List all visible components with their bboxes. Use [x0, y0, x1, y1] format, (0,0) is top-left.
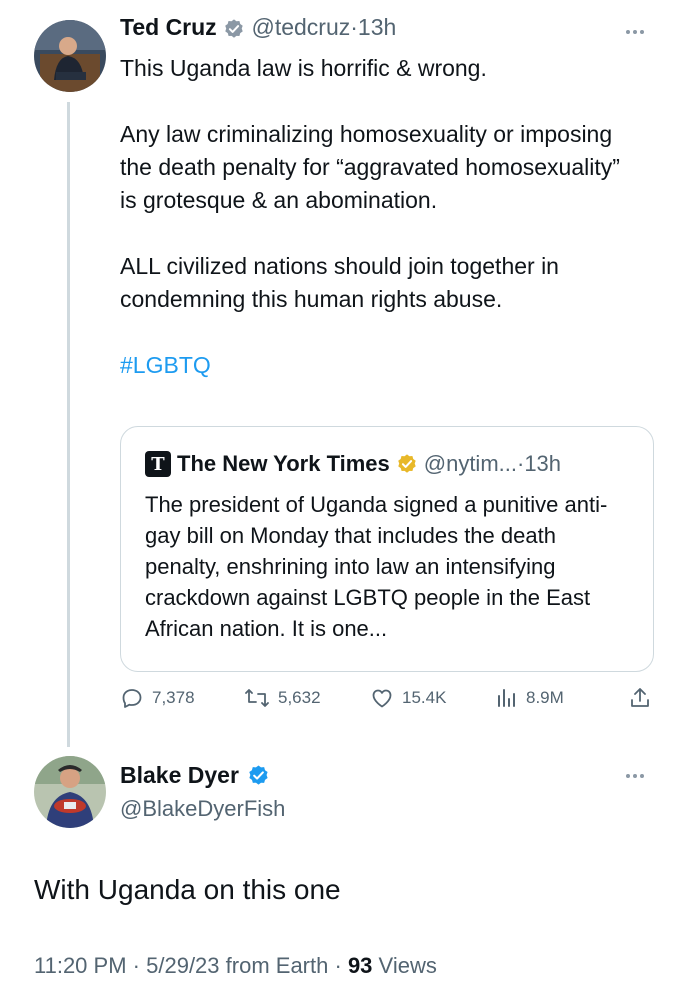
more-icon[interactable] [626, 30, 644, 34]
quoted-tweet-time: 13h [524, 451, 562, 476]
like-icon [372, 689, 392, 708]
verified-badge-icon [225, 19, 243, 38]
reply-text: With Uganda on this one [34, 874, 341, 905]
quoted-tweet-header: T The New York Times @nytim... · 13h [145, 451, 561, 477]
reply-author: Blake Dyer [120, 762, 270, 789]
reply-time[interactable]: 11:20 PM [34, 953, 127, 978]
like-button[interactable]: 15.4K [370, 686, 446, 710]
reply-author-handle[interactable]: @BlakeDyerFish [120, 796, 285, 822]
reply-author-name[interactable]: Blake Dyer [120, 762, 239, 789]
retweet-icon [245, 689, 269, 707]
verified-badge-icon [397, 454, 416, 473]
views-button[interactable]: 8.9M [494, 686, 564, 710]
tweet-paragraph-2: Any law criminalizing homosexuality or i… [120, 121, 620, 213]
reply-source: from Earth [225, 953, 329, 978]
quoted-author-name: The New York Times [177, 451, 390, 476]
tweet-paragraph-1: This Uganda law is horrific & wrong. [120, 55, 487, 81]
separator-dot: · [516, 451, 525, 476]
reply-date[interactable]: 5/29/23 [146, 953, 219, 978]
reply-views-label: Views [378, 953, 437, 978]
tweet-actions: 7,378 5,632 15.4K 8.9M [120, 686, 660, 718]
nyt-logo-icon: T [145, 451, 171, 477]
quoted-tweet[interactable]: T The New York Times @nytim... · 13h The p… [120, 426, 654, 672]
verified-badge-icon [249, 765, 268, 785]
reply-views-count[interactable]: 93 [348, 953, 372, 978]
retweet-count: 5,632 [278, 688, 321, 707]
reply-count: 7,378 [152, 688, 195, 707]
share-icon [631, 688, 649, 707]
views-icon [498, 689, 515, 707]
hashtag-link[interactable]: #LGBTQ [120, 349, 640, 382]
quoted-author-handle: @nytim... [423, 451, 517, 476]
tweet-paragraph-3: ALL civilized nations should join togeth… [120, 253, 559, 312]
avatar-ted-cruz[interactable] [34, 20, 106, 92]
like-count: 15.4K [402, 688, 447, 707]
tweet-header: Ted Cruz @tedcruz·13h [120, 14, 396, 41]
author-name[interactable]: Ted Cruz [120, 14, 217, 40]
reply-icon [122, 689, 142, 708]
quoted-tweet-text: The president of Uganda signed a punitiv… [145, 492, 608, 641]
reply-button[interactable]: 7,378 [120, 686, 195, 710]
separator-dot: · [334, 953, 342, 978]
more-icon[interactable] [626, 774, 644, 778]
author-handle[interactable]: @tedcruz [251, 14, 350, 40]
thread-line [67, 102, 70, 747]
avatar-blake-dyer[interactable] [34, 756, 106, 828]
tweet-body: This Uganda law is horrific & wrong. Any… [120, 52, 640, 382]
separator-dot: · [350, 14, 358, 40]
separator-dot: · [132, 953, 140, 978]
reply-meta: 11:20 PM · 5/29/23 from Earth · 93 Views [34, 953, 437, 979]
share-button[interactable] [628, 686, 652, 710]
views-count: 8.9M [526, 688, 564, 707]
tweet-time[interactable]: 13h [358, 14, 396, 40]
retweet-button[interactable]: 5,632 [244, 686, 321, 710]
